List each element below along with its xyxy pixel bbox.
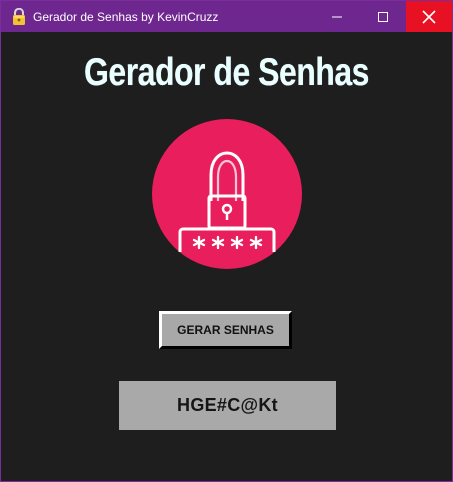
main-content: Gerador de Senhas GERAR SENHAS HGE#C@Kt xyxy=(1,32,452,481)
lock-icon xyxy=(13,8,25,25)
minimize-icon xyxy=(332,16,342,17)
generate-passwords-button[interactable]: GERAR SENHAS xyxy=(159,311,292,349)
lock-password-icon xyxy=(178,151,276,252)
maximize-icon xyxy=(378,11,388,22)
page-title: Gerador de Senhas xyxy=(84,51,369,94)
window-title: Gerador de Senhas by KevinCruzz xyxy=(33,10,219,24)
minimize-button[interactable] xyxy=(314,1,360,32)
maximize-button[interactable] xyxy=(360,1,406,32)
close-icon xyxy=(422,9,436,24)
app-window: Gerador de Senhas by KevinCruzz Gerador … xyxy=(0,0,453,482)
window-titlebar[interactable]: Gerador de Senhas by KevinCruzz xyxy=(1,1,452,32)
generated-password-display: HGE#C@Kt xyxy=(119,381,336,430)
lock-password-illustration xyxy=(152,119,302,269)
close-button[interactable] xyxy=(406,1,452,32)
